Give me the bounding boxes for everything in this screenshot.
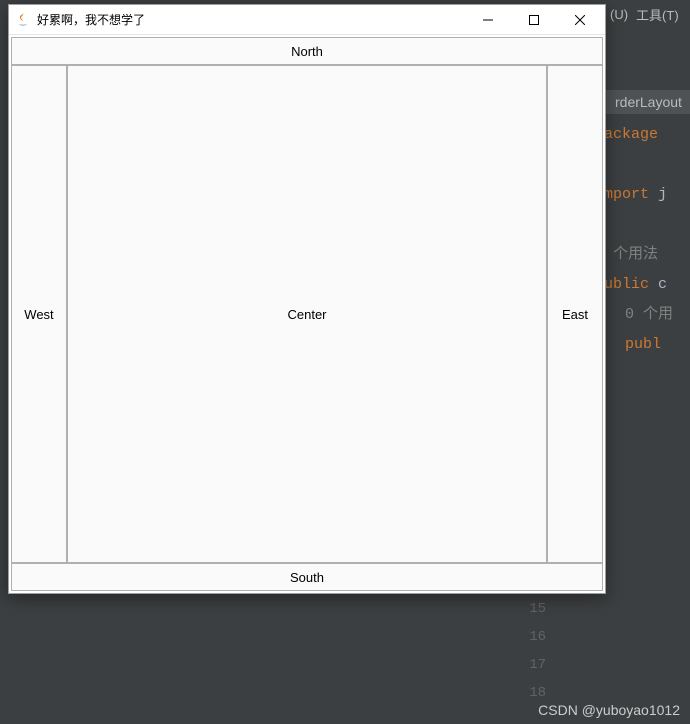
java-icon <box>15 12 31 28</box>
close-button[interactable] <box>557 5 603 34</box>
south-button[interactable]: South <box>11 563 603 591</box>
window-title: 好累啊，我不想学了 <box>37 11 465 28</box>
code-text: j <box>649 186 667 203</box>
swing-dialog-window: 好累啊，我不想学了 North West Center East South <box>8 4 606 594</box>
window-controls <box>465 5 603 34</box>
line-number: 15 <box>506 595 546 623</box>
window-titlebar[interactable]: 好累啊，我不想学了 <box>9 5 605 35</box>
line-number-gutter: 15 16 17 18 <box>506 595 546 707</box>
usage-hint: 0 个用 <box>595 300 690 330</box>
menu-item[interactable]: (U) <box>610 7 628 22</box>
code-editor[interactable]: package import j ) 个用法 public c 0 个用 pub… <box>595 120 690 360</box>
editor-tab-area: rderLayout <box>605 90 690 114</box>
keyword-public: publ <box>625 336 661 353</box>
center-button[interactable]: Center <box>67 65 547 563</box>
editor-tab[interactable]: rderLayout <box>605 90 690 114</box>
watermark-text: CSDN @yuboyao1012 <box>538 702 680 718</box>
border-layout-content: North West Center East South <box>9 35 605 593</box>
west-button[interactable]: West <box>11 65 67 563</box>
line-number: 16 <box>506 623 546 651</box>
line-number: 17 <box>506 651 546 679</box>
maximize-icon <box>529 15 539 25</box>
usage-hint: ) 个用法 <box>595 240 690 270</box>
code-text: c <box>649 276 667 293</box>
close-icon <box>575 15 585 25</box>
minimize-icon <box>483 15 493 25</box>
north-button[interactable]: North <box>11 37 603 65</box>
east-button[interactable]: East <box>547 65 603 563</box>
minimize-button[interactable] <box>465 5 511 34</box>
border-layout-middle: West Center East <box>11 65 603 563</box>
maximize-button[interactable] <box>511 5 557 34</box>
menu-item-tools[interactable]: 工具(T) <box>636 5 679 24</box>
